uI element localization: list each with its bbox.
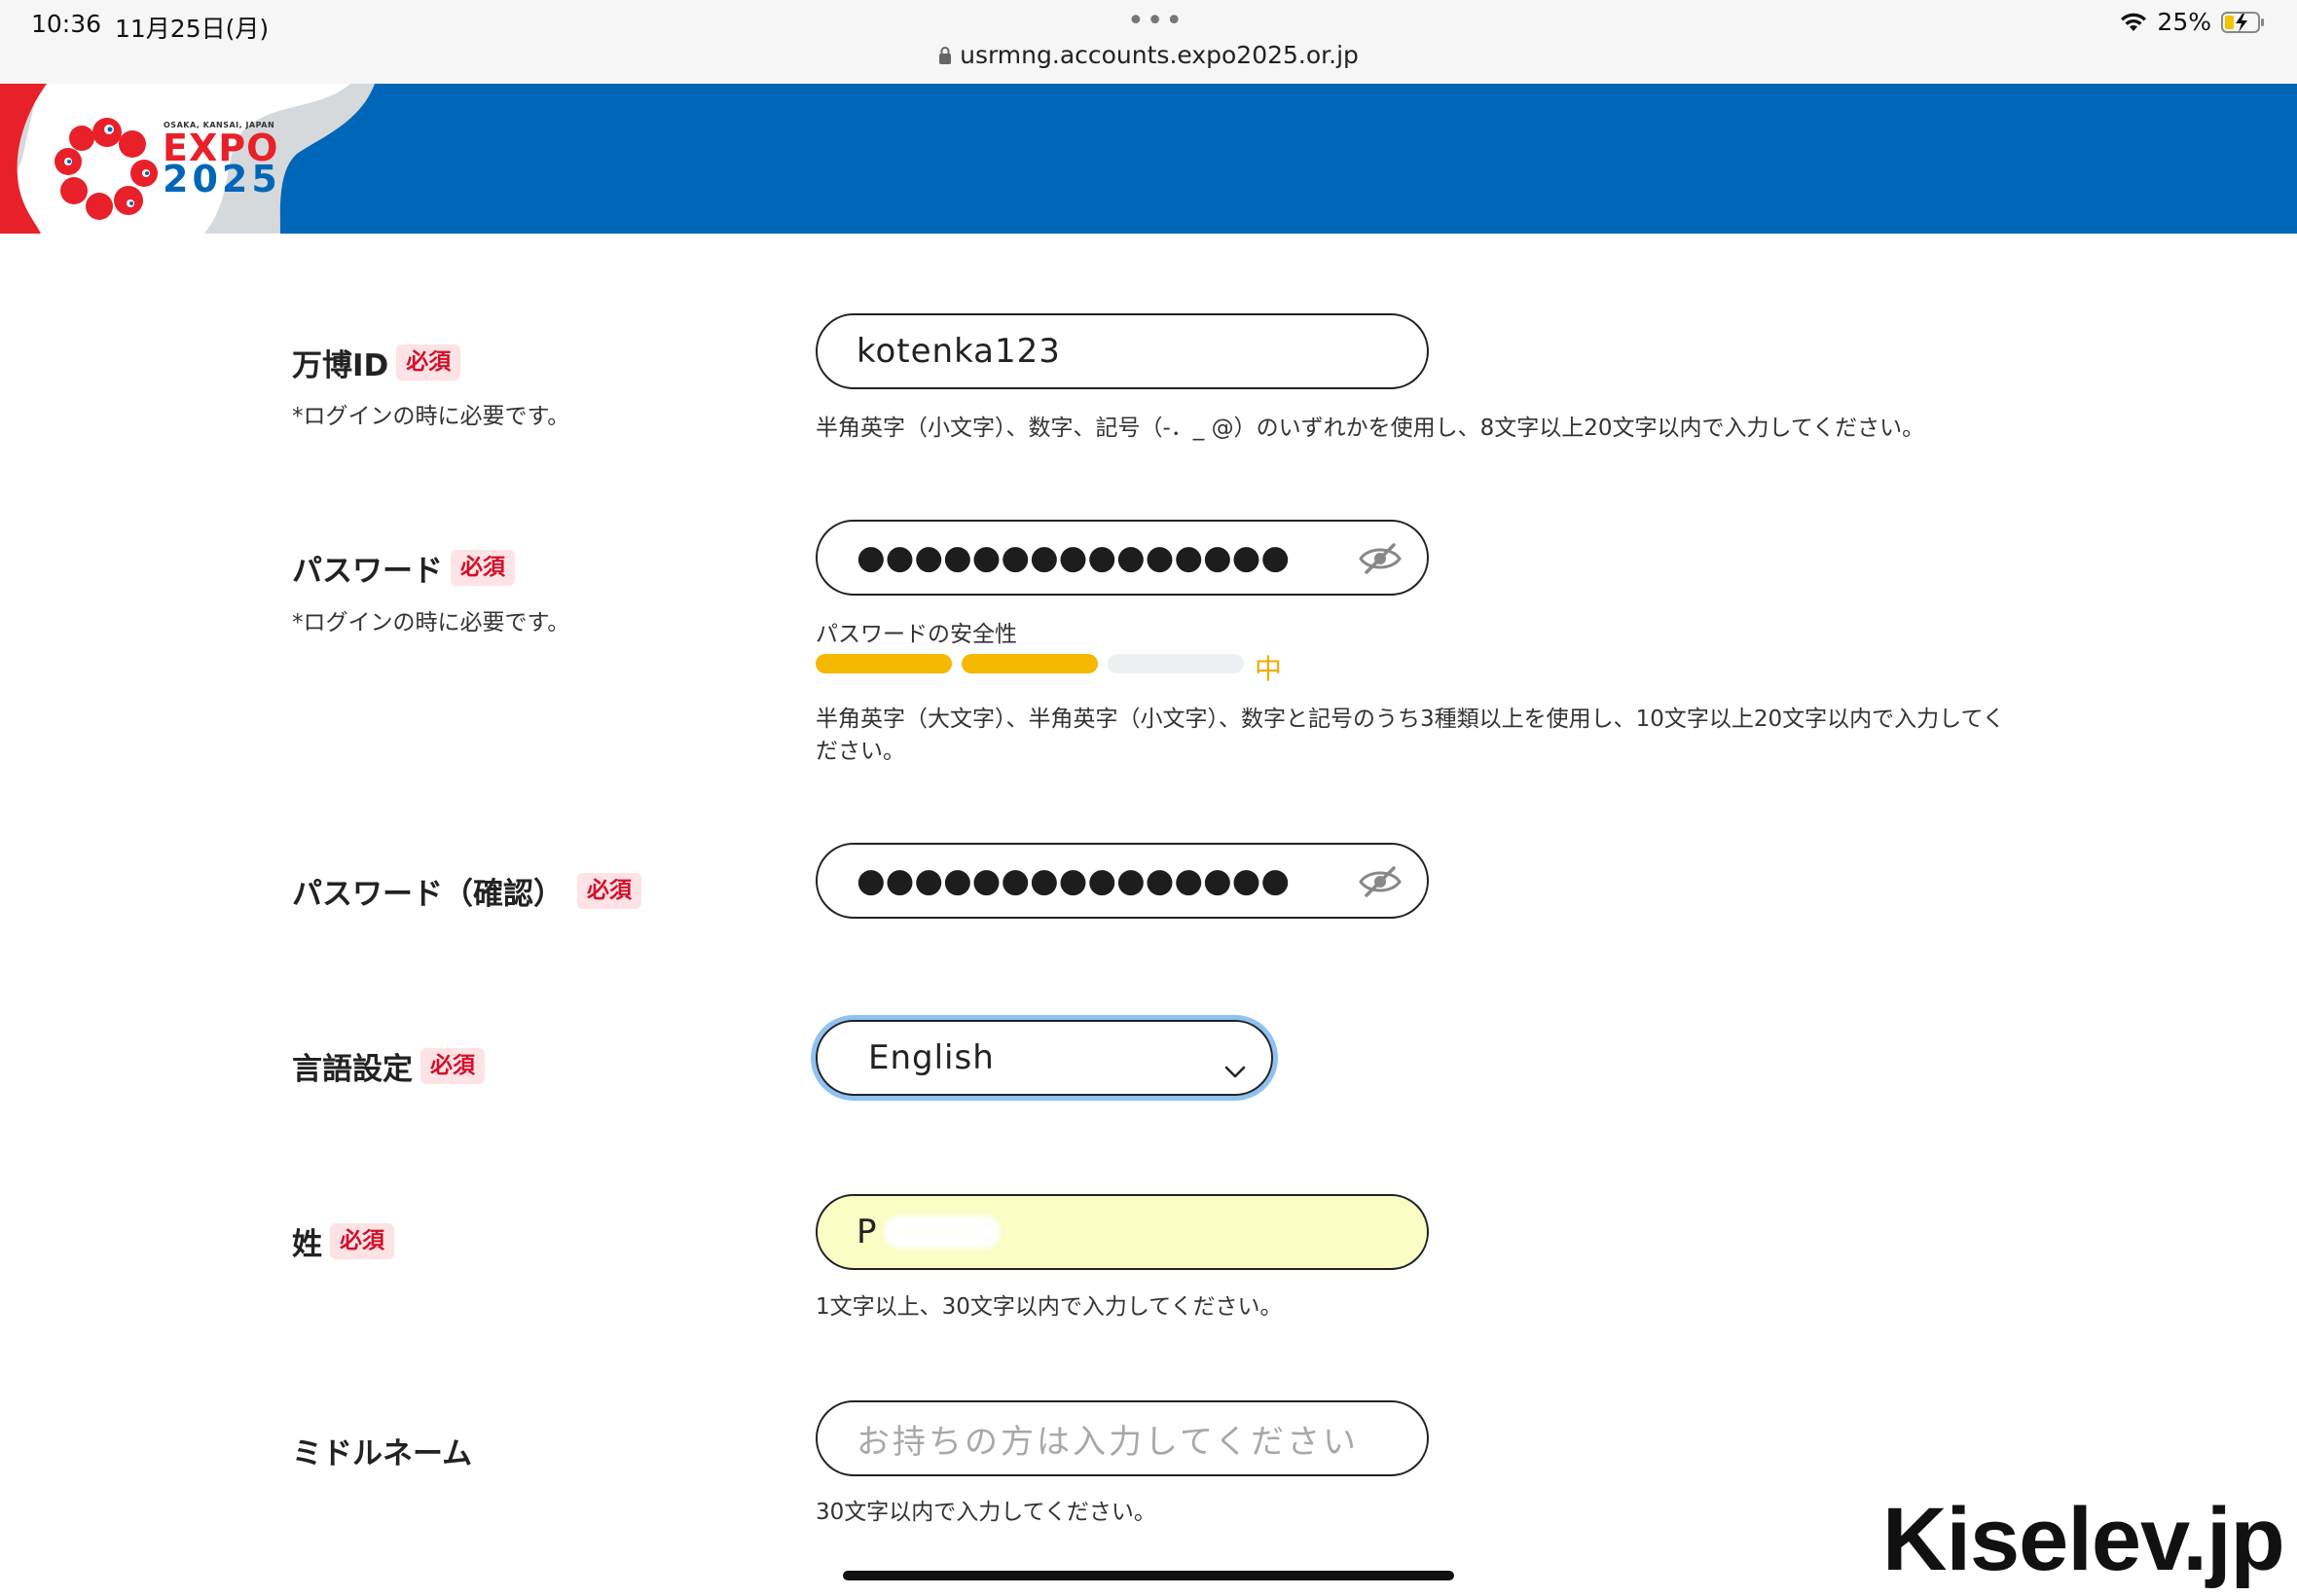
middle-name-input[interactable]: お持ちの方は入力してください	[816, 1400, 1429, 1476]
expo-logo[interactable]: OSAKA, KANSAI, JAPAN EXPO 2025	[0, 84, 389, 234]
status-time: 10:36	[31, 10, 102, 38]
chevron-down-icon	[1224, 1049, 1246, 1088]
middle-name-hint: 30文字以内で入力してください。	[816, 1500, 1156, 1525]
redaction-mask	[887, 1219, 997, 1245]
last-name-hint: 1文字以上、30文字以内で入力してください。	[816, 1294, 1283, 1320]
password-confirm-masked-value: ●●●●●●●●●●●●●●●	[857, 861, 1291, 900]
password-confirm-label: パスワード（確認） 必須	[292, 869, 641, 913]
password-hint: 半角英字（大文字）、半角英字（小文字）、数字と記号のうち3種類以上を使用し、10…	[816, 707, 2005, 764]
required-badge: 必須	[451, 549, 515, 587]
watermark: Kiselev.jp	[1882, 1490, 2285, 1589]
required-badge: 必須	[420, 1047, 485, 1085]
language-label: 言語設定 必須	[292, 1044, 485, 1088]
battery-percent: 25%	[2157, 8, 2211, 36]
lock-icon	[938, 43, 952, 71]
site-header: OSAKA, KANSAI, JAPAN EXPO 2025	[0, 84, 2297, 234]
middle-name-label: ミドルネーム	[292, 1429, 472, 1472]
password-confirm-label-text: パスワード（確認）	[292, 877, 564, 912]
password-label: パスワード 必須	[292, 546, 515, 590]
middle-name-placeholder: お持ちの方は入力してください	[857, 1422, 1359, 1462]
expo-id-value: kotenka123	[857, 332, 1061, 371]
status-indicators: 25%	[2120, 8, 2266, 36]
password-strength-title: パスワードの安全性	[816, 622, 1017, 647]
last-name-value: P	[857, 1213, 878, 1251]
url-text: usrmng.accounts.expo2025.or.jp	[960, 41, 1359, 69]
required-badge: 必須	[396, 344, 461, 381]
password-input[interactable]: ●●●●●●●●●●●●●●●	[816, 520, 1429, 596]
logo-year-text: 2025	[163, 158, 281, 200]
browser-menu-dots[interactable]: •••	[1127, 4, 1185, 38]
address-bar[interactable]: usrmng.accounts.expo2025.or.jp	[0, 41, 2297, 71]
required-badge: 必須	[330, 1222, 394, 1260]
status-date: 11月25日(月)	[115, 15, 270, 43]
last-name-input[interactable]: P	[816, 1194, 1429, 1270]
strength-segment	[962, 654, 1098, 673]
language-label-text: 言語設定	[292, 1052, 413, 1087]
eye-slash-icon[interactable]	[1357, 864, 1404, 908]
middle-name-label-text: ミドルネーム	[292, 1436, 473, 1471]
wifi-icon	[2120, 12, 2147, 33]
battery-charging-icon	[2221, 11, 2266, 34]
password-confirm-input[interactable]: ●●●●●●●●●●●●●●●	[816, 843, 1429, 919]
password-note: *ログインの時に必要です。	[292, 610, 570, 635]
expo-id-label-text: 万博ID	[292, 348, 389, 383]
last-name-label-text: 姓	[292, 1227, 322, 1262]
expo-id-hint: 半角英字（小文字）、数字、記号（-．_ @）のいずれかを使用し、8文字以上20文…	[816, 416, 1925, 441]
language-select[interactable]: English	[816, 1020, 1273, 1096]
password-masked-value: ●●●●●●●●●●●●●●●	[857, 538, 1291, 577]
status-bar: 10:36 11月25日(月) ••• 25% usrmng.accounts.…	[0, 0, 2297, 84]
expo-id-label: 万博ID 必須	[292, 341, 461, 384]
home-indicator[interactable]	[843, 1571, 1454, 1580]
expo-id-input[interactable]: kotenka123	[816, 313, 1429, 389]
eye-slash-icon[interactable]	[1357, 541, 1404, 585]
expo-id-note: *ログインの時に必要です。	[292, 404, 570, 429]
strength-segment	[816, 654, 952, 673]
password-strength-text: 中	[1255, 653, 1283, 685]
password-label-text: パスワード	[292, 554, 443, 589]
strength-segment	[1108, 654, 1244, 673]
required-badge: 必須	[577, 872, 641, 910]
last-name-label: 姓 必須	[292, 1219, 394, 1263]
language-selected-value: English	[868, 1038, 995, 1077]
